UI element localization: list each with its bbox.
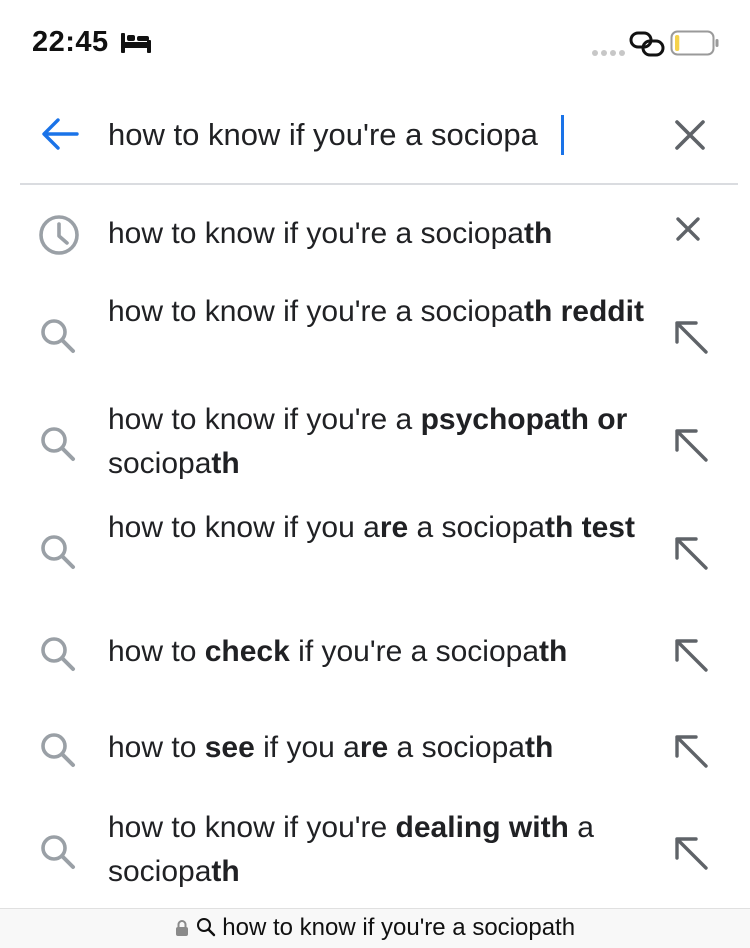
search-icon — [38, 634, 78, 679]
search-icon — [38, 730, 78, 775]
divider — [20, 183, 738, 185]
suggestion-part: how to know if you're — [108, 811, 396, 844]
suggestion-part: a sociopa — [388, 731, 525, 764]
suggestion-5[interactable]: how to see if you are a sociopath — [0, 726, 750, 776]
suggestion-part-bold: th — [524, 731, 554, 764]
suggestion-part: how to know if you're a sociopa — [108, 295, 524, 328]
suggestion-part-bold: th — [211, 855, 240, 888]
suggestion-part: if you a — [254, 731, 360, 764]
suggestion-text: how to check if you're a sociopath — [108, 630, 648, 674]
url-display: how to know if you're a sociopath — [0, 914, 750, 944]
battery-icon — [670, 30, 720, 61]
suggestion-part-bold: dealing with — [395, 811, 569, 844]
text-caret — [561, 115, 564, 155]
suggestion-part: how to — [108, 731, 205, 764]
suggestion-part-bold: re — [379, 511, 409, 544]
remove-icon[interactable] — [675, 216, 701, 247]
suggestion-part-bold: psychopath or — [420, 403, 628, 436]
suggestion-6[interactable]: how to know if you're dealing with a soc… — [0, 806, 750, 896]
suggestion-text: how to know if you're a psychopath or so… — [108, 398, 648, 486]
suggestion-2[interactable]: how to know if you're a psychopath or so… — [0, 398, 750, 488]
suggestion-part: how to know if you're a sociopa — [108, 217, 524, 250]
suggestion-part-bold: see — [204, 731, 255, 764]
suggestion-part: how to know if you're a — [108, 403, 421, 436]
suggestion-part-bold: check — [204, 635, 290, 668]
suggestion-text: how to know if you are a sociopath test — [108, 506, 648, 550]
fill-arrow-icon[interactable] — [670, 634, 710, 679]
suggestion-part-bold: th — [211, 447, 240, 480]
suggestion-text: how to see if you are a sociopath — [108, 726, 648, 770]
suggestion-part: a sociopa — [408, 511, 545, 544]
status-bar: 22:45 — [0, 0, 750, 90]
clear-icon[interactable] — [672, 117, 708, 158]
bed-icon — [120, 33, 152, 58]
suggestion-history-0[interactable]: how to know if you're a sociopath — [0, 210, 750, 260]
suggestion-part-bold: th — [539, 635, 568, 668]
search-icon — [38, 532, 78, 577]
suggestion-text: how to know if you're a sociopath reddit — [108, 290, 648, 334]
search-icon — [38, 832, 78, 877]
fill-arrow-icon[interactable] — [670, 730, 710, 775]
suggestion-part: if you're a sociopa — [289, 635, 540, 668]
signal-dots-icon — [592, 44, 626, 62]
status-time: 22:45 — [32, 26, 109, 58]
search-bar — [0, 90, 750, 184]
fill-arrow-icon[interactable] — [670, 832, 710, 877]
suggestion-part-bold: th test — [544, 511, 635, 544]
link-icon — [629, 30, 665, 63]
suggestion-part-bold: th — [523, 217, 553, 250]
bottom-url-bar[interactable]: how to know if you're a sociopath — [0, 908, 750, 948]
suggestion-part-bold: th reddit — [523, 295, 644, 328]
search-icon — [38, 316, 78, 361]
suggestion-text: how to know if you're a sociopath — [108, 212, 648, 256]
search-icon — [38, 424, 78, 469]
suggestion-text: how to know if you're dealing with a soc… — [108, 806, 648, 894]
suggestion-part: sociopa — [108, 447, 212, 480]
suggestion-part: how to know if you a — [108, 511, 380, 544]
back-arrow-icon[interactable] — [40, 116, 80, 157]
url-text: how to know if you're a sociopath — [222, 914, 576, 941]
suggestion-part-bold: re — [359, 731, 389, 764]
lock-icon — [175, 916, 189, 944]
suggestion-part: how to — [108, 635, 205, 668]
history-clock-icon — [38, 214, 80, 261]
search-input[interactable] — [108, 112, 648, 158]
suggestion-4[interactable]: how to check if you're a sociopath — [0, 630, 750, 680]
fill-arrow-icon[interactable] — [670, 424, 710, 469]
suggestion-3[interactable]: how to know if you are a sociopath test — [0, 506, 750, 596]
suggestion-1[interactable]: how to know if you're a sociopath reddit — [0, 290, 750, 380]
fill-arrow-icon[interactable] — [670, 316, 710, 361]
fill-arrow-icon[interactable] — [670, 532, 710, 577]
search-icon — [196, 916, 216, 944]
